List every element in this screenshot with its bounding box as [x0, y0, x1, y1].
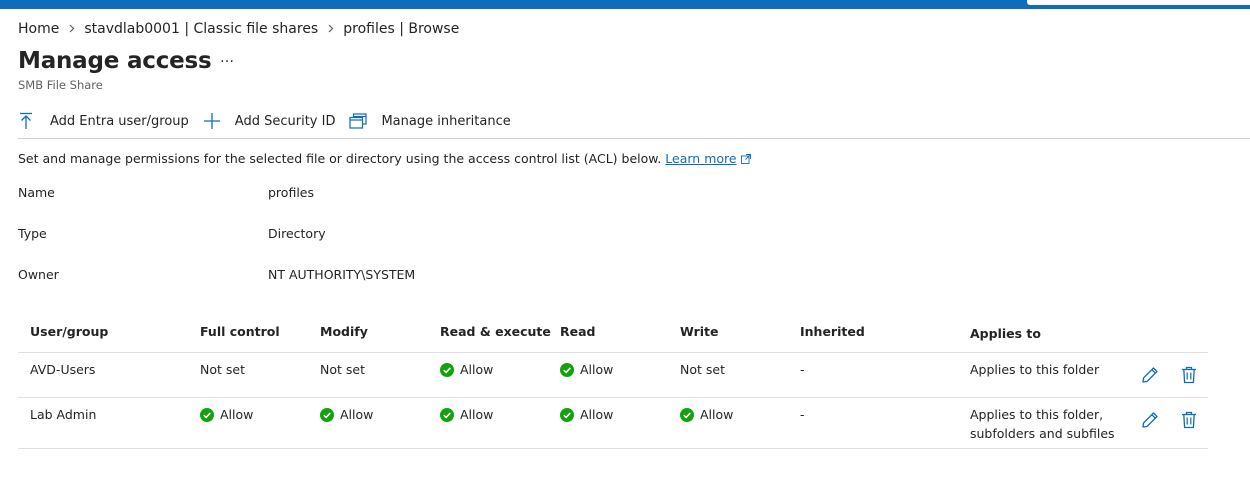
name-value: profiles	[268, 185, 314, 200]
description: Set and manage permissions for the selec…	[18, 151, 751, 167]
allow-check-icon	[560, 362, 574, 377]
chevron-right-icon	[69, 23, 75, 36]
column-header-read: Read	[560, 324, 596, 339]
edit-button[interactable]	[1140, 365, 1160, 385]
column-header-read-execute: Read & execute	[440, 324, 551, 339]
table-header-row: User/group Full control Modify Read & ex…	[18, 312, 1208, 353]
learn-more-link[interactable]: Learn more	[665, 151, 736, 166]
modify-cell: Allow	[320, 407, 373, 422]
applies-to-cell: Applies to this folder	[970, 362, 1100, 377]
manage-inheritance-label: Manage inheritance	[381, 113, 511, 129]
window-stack-icon	[349, 110, 373, 132]
type-label: Type	[18, 226, 47, 241]
edit-button[interactable]	[1140, 410, 1160, 430]
delete-button[interactable]	[1179, 365, 1199, 385]
description-text: Set and manage permissions for the selec…	[18, 151, 662, 166]
allow-label: Allow	[220, 407, 254, 422]
column-header-modify: Modify	[320, 324, 368, 339]
command-bar: Add Entra user/group Add Security ID Man…	[18, 110, 525, 132]
full-control-cell: Not set	[200, 362, 245, 377]
type-value: Directory	[268, 226, 326, 241]
chevron-right-icon	[328, 23, 334, 36]
inherited-cell: -	[800, 407, 805, 422]
portal-top-bar	[0, 0, 1250, 9]
toolbar-divider	[18, 138, 1250, 139]
full-control-cell: Allow	[200, 407, 253, 422]
allow-check-icon	[440, 407, 454, 422]
page-subtitle: SMB File Share	[18, 78, 103, 92]
allow-check-icon	[560, 407, 574, 422]
read-execute-cell: Allow	[440, 407, 493, 422]
column-header-user-group: User/group	[30, 324, 109, 339]
owner-value: NT AUTHORITY\SYSTEM	[268, 267, 416, 282]
global-search-box[interactable]	[1027, 0, 1250, 5]
manage-inheritance-button[interactable]: Manage inheritance	[349, 110, 511, 132]
allow-label: Allow	[460, 407, 494, 422]
applies-to-cell: Applies to this folder, subfolders and s…	[970, 407, 1115, 441]
add-security-id-button[interactable]: Add Security ID	[203, 110, 336, 132]
external-link-icon[interactable]	[740, 152, 751, 167]
acl-table: User/group Full control Modify Read & ex…	[18, 312, 1208, 449]
upload-arrow-icon	[18, 110, 42, 132]
column-header-inherited: Inherited	[800, 324, 865, 339]
pencil-icon	[1142, 412, 1158, 428]
breadcrumb-home[interactable]: Home	[18, 21, 59, 37]
add-entra-user-group-button[interactable]: Add Entra user/group	[18, 110, 189, 132]
name-label: Name	[18, 185, 55, 200]
table-row: AVD-Users Not set Not set Allow Allow No…	[18, 353, 1208, 398]
breadcrumb-browse[interactable]: profiles | Browse	[343, 21, 459, 37]
column-header-full-control: Full control	[200, 324, 280, 339]
user-group-cell: Lab Admin	[30, 407, 97, 422]
write-cell: Allow	[680, 407, 733, 422]
column-header-applies-to: Applies to	[970, 326, 1041, 341]
inherited-cell: -	[800, 362, 805, 377]
allow-check-icon	[680, 407, 694, 422]
add-entra-label: Add Entra user/group	[50, 113, 189, 129]
add-security-id-label: Add Security ID	[234, 113, 336, 129]
allow-check-icon	[320, 407, 334, 422]
allow-label: Allow	[580, 407, 614, 422]
allow-label: Allow	[700, 407, 734, 422]
breadcrumb-storage-account[interactable]: stavdlab0001 | Classic file shares	[84, 21, 318, 37]
write-cell: Not set	[680, 362, 725, 377]
modify-cell: Not set	[320, 362, 365, 377]
delete-button[interactable]	[1179, 410, 1199, 430]
pencil-icon	[1142, 367, 1158, 383]
more-options-button[interactable]: …	[218, 50, 236, 70]
user-group-cell: AVD-Users	[30, 362, 96, 377]
page-title: Manage access	[18, 48, 212, 74]
trash-icon	[1182, 366, 1196, 384]
owner-label: Owner	[18, 267, 59, 282]
plus-icon	[203, 110, 227, 132]
read-cell: Allow	[560, 407, 613, 422]
allow-label: Allow	[340, 407, 374, 422]
allow-label: Allow	[580, 362, 614, 377]
read-cell: Allow	[560, 362, 613, 377]
column-header-write: Write	[680, 324, 719, 339]
read-execute-cell: Allow	[440, 362, 493, 377]
allow-check-icon	[440, 362, 454, 377]
allow-label: Allow	[460, 362, 494, 377]
allow-check-icon	[200, 407, 214, 422]
trash-icon	[1182, 411, 1196, 429]
breadcrumb: Home stavdlab0001 | Classic file shares …	[18, 20, 459, 38]
table-row: Lab Admin Allow Allow Allow Allow Allow …	[18, 398, 1208, 449]
